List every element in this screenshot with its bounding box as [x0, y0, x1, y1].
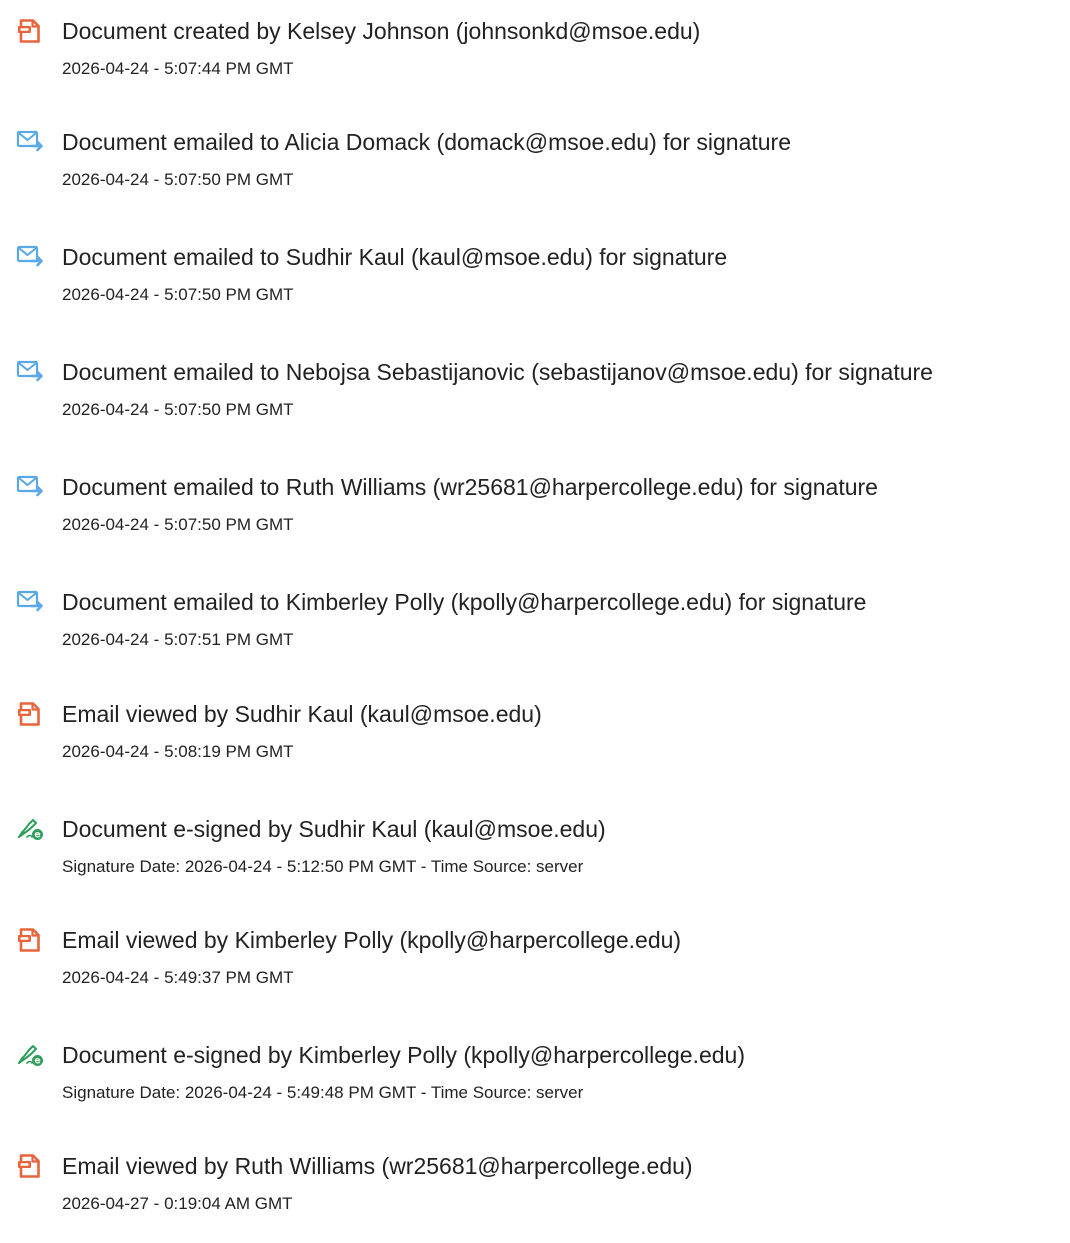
audit-entry: Document emailed to Sudhir Kaul (kaul@ms…	[0, 244, 1070, 334]
entry-title: Document emailed to Sudhir Kaul (kaul@ms…	[62, 244, 728, 270]
entry-timestamp: 2026-04-24 - 5:07:50 PM GMT	[62, 400, 294, 419]
entry-title: Document emailed to Nebojsa Sebastijanov…	[62, 359, 933, 385]
audit-entry: Document emailed to Nebojsa Sebastijanov…	[0, 359, 1070, 449]
audit-entry: Document emailed to Kimberley Polly (kpo…	[0, 589, 1070, 679]
audit-entry: Document emailed to Ruth Williams (wr256…	[0, 474, 1070, 564]
entry-title: Document e-signed by Kimberley Polly (kp…	[62, 1042, 746, 1068]
audit-entry: Document created by Kelsey Johnson (john…	[0, 18, 1070, 108]
entry-timestamp: 2026-04-24 - 5:07:50 PM GMT	[62, 170, 294, 189]
document-icon	[16, 18, 44, 44]
entry-title: Document emailed to Ruth Williams (wr256…	[62, 474, 878, 500]
esign-icon	[16, 816, 44, 842]
entry-timestamp: Signature Date: 2026-04-24 - 5:12:50 PM …	[62, 857, 584, 876]
entry-timestamp: 2026-04-24 - 5:08:19 PM GMT	[62, 742, 294, 761]
entry-timestamp: 2026-04-24 - 5:07:44 PM GMT	[62, 59, 294, 78]
entry-timestamp: 2026-04-24 - 5:07:50 PM GMT	[62, 285, 294, 304]
audit-entry: Document e-signed by Kimberley Polly (kp…	[0, 1042, 1070, 1132]
email-sent-icon	[16, 589, 44, 615]
audit-entry: Email viewed by Ruth Williams (wr25681@h…	[0, 1153, 1070, 1243]
email-sent-icon	[16, 129, 44, 155]
document-icon	[16, 927, 44, 953]
audit-entry: Email viewed by Sudhir Kaul (kaul@msoe.e…	[0, 701, 1070, 791]
email-sent-icon	[16, 474, 44, 500]
entry-timestamp: Signature Date: 2026-04-24 - 5:49:48 PM …	[62, 1083, 584, 1102]
email-sent-icon	[16, 244, 44, 270]
entry-title: Document emailed to Alicia Domack (domac…	[62, 129, 791, 155]
entry-title: Document e-signed by Sudhir Kaul (kaul@m…	[62, 816, 606, 842]
entry-title: Document created by Kelsey Johnson (john…	[62, 18, 701, 44]
entry-timestamp: 2026-04-24 - 5:07:50 PM GMT	[62, 515, 294, 534]
entry-title: Email viewed by Ruth Williams (wr25681@h…	[62, 1153, 693, 1179]
audit-entry: Email viewed by Kimberley Polly (kpolly@…	[0, 927, 1070, 1017]
entry-title: Email viewed by Kimberley Polly (kpolly@…	[62, 927, 682, 953]
esign-icon	[16, 1042, 44, 1068]
audit-entry: Document emailed to Alicia Domack (domac…	[0, 129, 1070, 219]
email-sent-icon	[16, 359, 44, 385]
document-icon	[16, 1153, 44, 1179]
audit-entry: Document e-signed by Sudhir Kaul (kaul@m…	[0, 816, 1070, 906]
document-icon	[16, 701, 44, 727]
entry-timestamp: 2026-04-27 - 0:19:04 AM GMT	[62, 1194, 293, 1213]
entry-title: Email viewed by Sudhir Kaul (kaul@msoe.e…	[62, 701, 542, 727]
entry-timestamp: 2026-04-24 - 5:07:51 PM GMT	[62, 630, 294, 649]
audit-log: Document created by Kelsey Johnson (john…	[0, 0, 1070, 1224]
entry-title: Document emailed to Kimberley Polly (kpo…	[62, 589, 867, 615]
entry-timestamp: 2026-04-24 - 5:49:37 PM GMT	[62, 968, 294, 987]
